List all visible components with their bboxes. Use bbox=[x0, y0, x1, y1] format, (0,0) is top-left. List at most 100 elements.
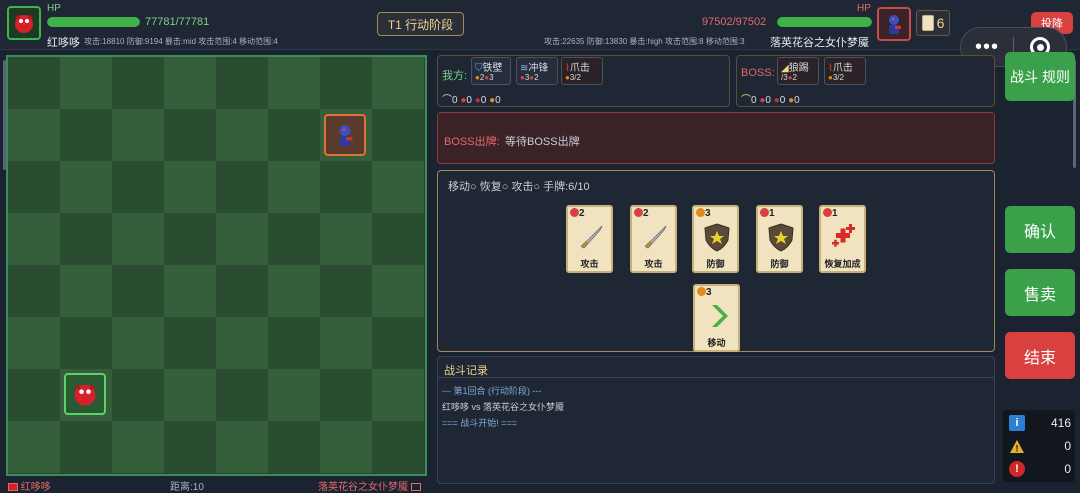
board-cell[interactable] bbox=[320, 161, 372, 213]
board-cell[interactable] bbox=[112, 213, 164, 265]
board-cell[interactable] bbox=[372, 421, 424, 473]
end-turn-button[interactable]: 结束 bbox=[1005, 332, 1075, 379]
game-board[interactable] bbox=[6, 55, 427, 476]
board-cell[interactable] bbox=[216, 317, 268, 369]
player-avatar[interactable] bbox=[7, 6, 41, 40]
card-3[interactable]: 3 防御 bbox=[692, 205, 739, 273]
card-label: 攻击 bbox=[644, 259, 663, 269]
board-cell[interactable] bbox=[216, 265, 268, 317]
boss-play-status: 等待BOSS出牌 bbox=[505, 136, 580, 148]
board-cell[interactable] bbox=[320, 369, 372, 421]
board-cell[interactable] bbox=[8, 369, 60, 421]
board-cell[interactable] bbox=[268, 265, 320, 317]
player-marker-icon bbox=[8, 483, 18, 492]
skill-charge[interactable]: ≋冲锋 ●3●2 bbox=[516, 57, 558, 85]
battle-log-title: 战斗记录 bbox=[444, 365, 488, 377]
board-cell[interactable] bbox=[372, 213, 424, 265]
boss-skill-kick-cost: /3●2 bbox=[781, 73, 797, 82]
board-cell[interactable] bbox=[60, 421, 112, 473]
board-cell[interactable] bbox=[268, 369, 320, 421]
board-cell[interactable] bbox=[216, 57, 268, 109]
boss-skill-claw[interactable]: ⌇爪击 ●3/2 bbox=[824, 57, 866, 85]
board-cell[interactable] bbox=[112, 317, 164, 369]
board-cell[interactable] bbox=[268, 317, 320, 369]
board-cell[interactable] bbox=[372, 369, 424, 421]
board-cell[interactable] bbox=[8, 161, 60, 213]
board-cell[interactable] bbox=[164, 265, 216, 317]
board-cell[interactable] bbox=[60, 161, 112, 213]
board-cell[interactable] bbox=[60, 57, 112, 109]
card-5[interactable]: 1 恢复加成 bbox=[819, 205, 866, 273]
board-cell[interactable] bbox=[164, 421, 216, 473]
board-cell[interactable] bbox=[320, 57, 372, 109]
card-1[interactable]: 2 攻击 bbox=[566, 205, 613, 273]
skill-charge-cost: ●3●2 bbox=[520, 73, 539, 82]
board-cell[interactable] bbox=[8, 421, 60, 473]
confirm-button[interactable]: 确认 bbox=[1005, 206, 1075, 253]
board-cell[interactable] bbox=[372, 317, 424, 369]
board-cell[interactable] bbox=[320, 265, 372, 317]
board-cell[interactable] bbox=[372, 265, 424, 317]
battle-log[interactable]: 战斗记录 --- 第1回合 (行动阶段) --- 红哆哆 vs 落英花谷之女仆梦… bbox=[437, 356, 995, 484]
skill-claw[interactable]: ⌇爪击 ●3/2 bbox=[561, 57, 603, 85]
info-counter[interactable]: i 416 bbox=[1009, 414, 1071, 432]
board-cell[interactable] bbox=[112, 369, 164, 421]
board-cell[interactable] bbox=[8, 265, 60, 317]
board-cell[interactable] bbox=[164, 317, 216, 369]
board-cell[interactable] bbox=[164, 161, 216, 213]
skill-iron-wall[interactable]: ⛉铁壁 ●2●3 bbox=[471, 57, 511, 85]
board-cell[interactable] bbox=[60, 109, 112, 161]
board-cell[interactable] bbox=[8, 57, 60, 109]
battle-rules-button[interactable]: 战斗 规则 bbox=[1005, 52, 1075, 101]
card-icon bbox=[921, 15, 934, 31]
card-cost-value: 3 bbox=[705, 208, 711, 219]
board-cell[interactable] bbox=[112, 265, 164, 317]
board-cell[interactable] bbox=[216, 109, 268, 161]
battle-log-divider bbox=[438, 377, 994, 378]
card-4[interactable]: 1 防御 bbox=[756, 205, 803, 273]
board-cell[interactable] bbox=[164, 57, 216, 109]
board-cell[interactable] bbox=[112, 109, 164, 161]
board-cell[interactable] bbox=[112, 161, 164, 213]
board-cell[interactable] bbox=[164, 213, 216, 265]
card-2[interactable]: 2 攻击 bbox=[630, 205, 677, 273]
board-cell[interactable] bbox=[372, 57, 424, 109]
warning-counter[interactable]: ! 0 bbox=[1009, 437, 1071, 455]
player-name: 红哆哆 bbox=[47, 37, 80, 49]
card-6[interactable]: 3 移动 bbox=[693, 284, 740, 352]
player-piece[interactable] bbox=[64, 373, 106, 415]
board-cell[interactable] bbox=[268, 161, 320, 213]
board-cell[interactable] bbox=[268, 57, 320, 109]
board-cell[interactable] bbox=[60, 317, 112, 369]
boss-skill-kick[interactable]: ◢狼踢 /3●2 bbox=[777, 57, 819, 85]
move-arrow-icon bbox=[701, 301, 734, 331]
my-skills-panel: 我方: ⛉铁壁 ●2●3 ≋冲锋 ●3●2 ⌇爪击 ●3/2 ⌒0 ●0 ●0 … bbox=[437, 55, 730, 107]
board-cell[interactable] bbox=[216, 213, 268, 265]
cost-icon bbox=[696, 208, 705, 217]
board-cell[interactable] bbox=[372, 161, 424, 213]
board-cell[interactable] bbox=[112, 57, 164, 109]
player-hp-label: HP bbox=[47, 3, 61, 14]
board-cell[interactable] bbox=[268, 421, 320, 473]
board-cell[interactable] bbox=[164, 369, 216, 421]
board-cell[interactable] bbox=[8, 317, 60, 369]
board-cell[interactable] bbox=[216, 421, 268, 473]
boss-piece[interactable] bbox=[324, 114, 366, 156]
error-counter[interactable]: ! 0 bbox=[1009, 460, 1071, 478]
board-cell[interactable] bbox=[8, 213, 60, 265]
board-cell[interactable] bbox=[216, 161, 268, 213]
board-cell[interactable] bbox=[320, 213, 372, 265]
board-cell[interactable] bbox=[372, 109, 424, 161]
board-cell[interactable] bbox=[268, 213, 320, 265]
board-cell[interactable] bbox=[320, 317, 372, 369]
board-cell[interactable] bbox=[268, 109, 320, 161]
board-cell[interactable] bbox=[164, 109, 216, 161]
board-cell[interactable] bbox=[320, 421, 372, 473]
board-cell[interactable] bbox=[112, 421, 164, 473]
board-cell[interactable] bbox=[8, 109, 60, 161]
boss-avatar[interactable] bbox=[877, 7, 911, 41]
board-cell[interactable] bbox=[60, 265, 112, 317]
sell-button[interactable]: 售卖 bbox=[1005, 269, 1075, 316]
board-cell[interactable] bbox=[216, 369, 268, 421]
board-cell[interactable] bbox=[60, 213, 112, 265]
